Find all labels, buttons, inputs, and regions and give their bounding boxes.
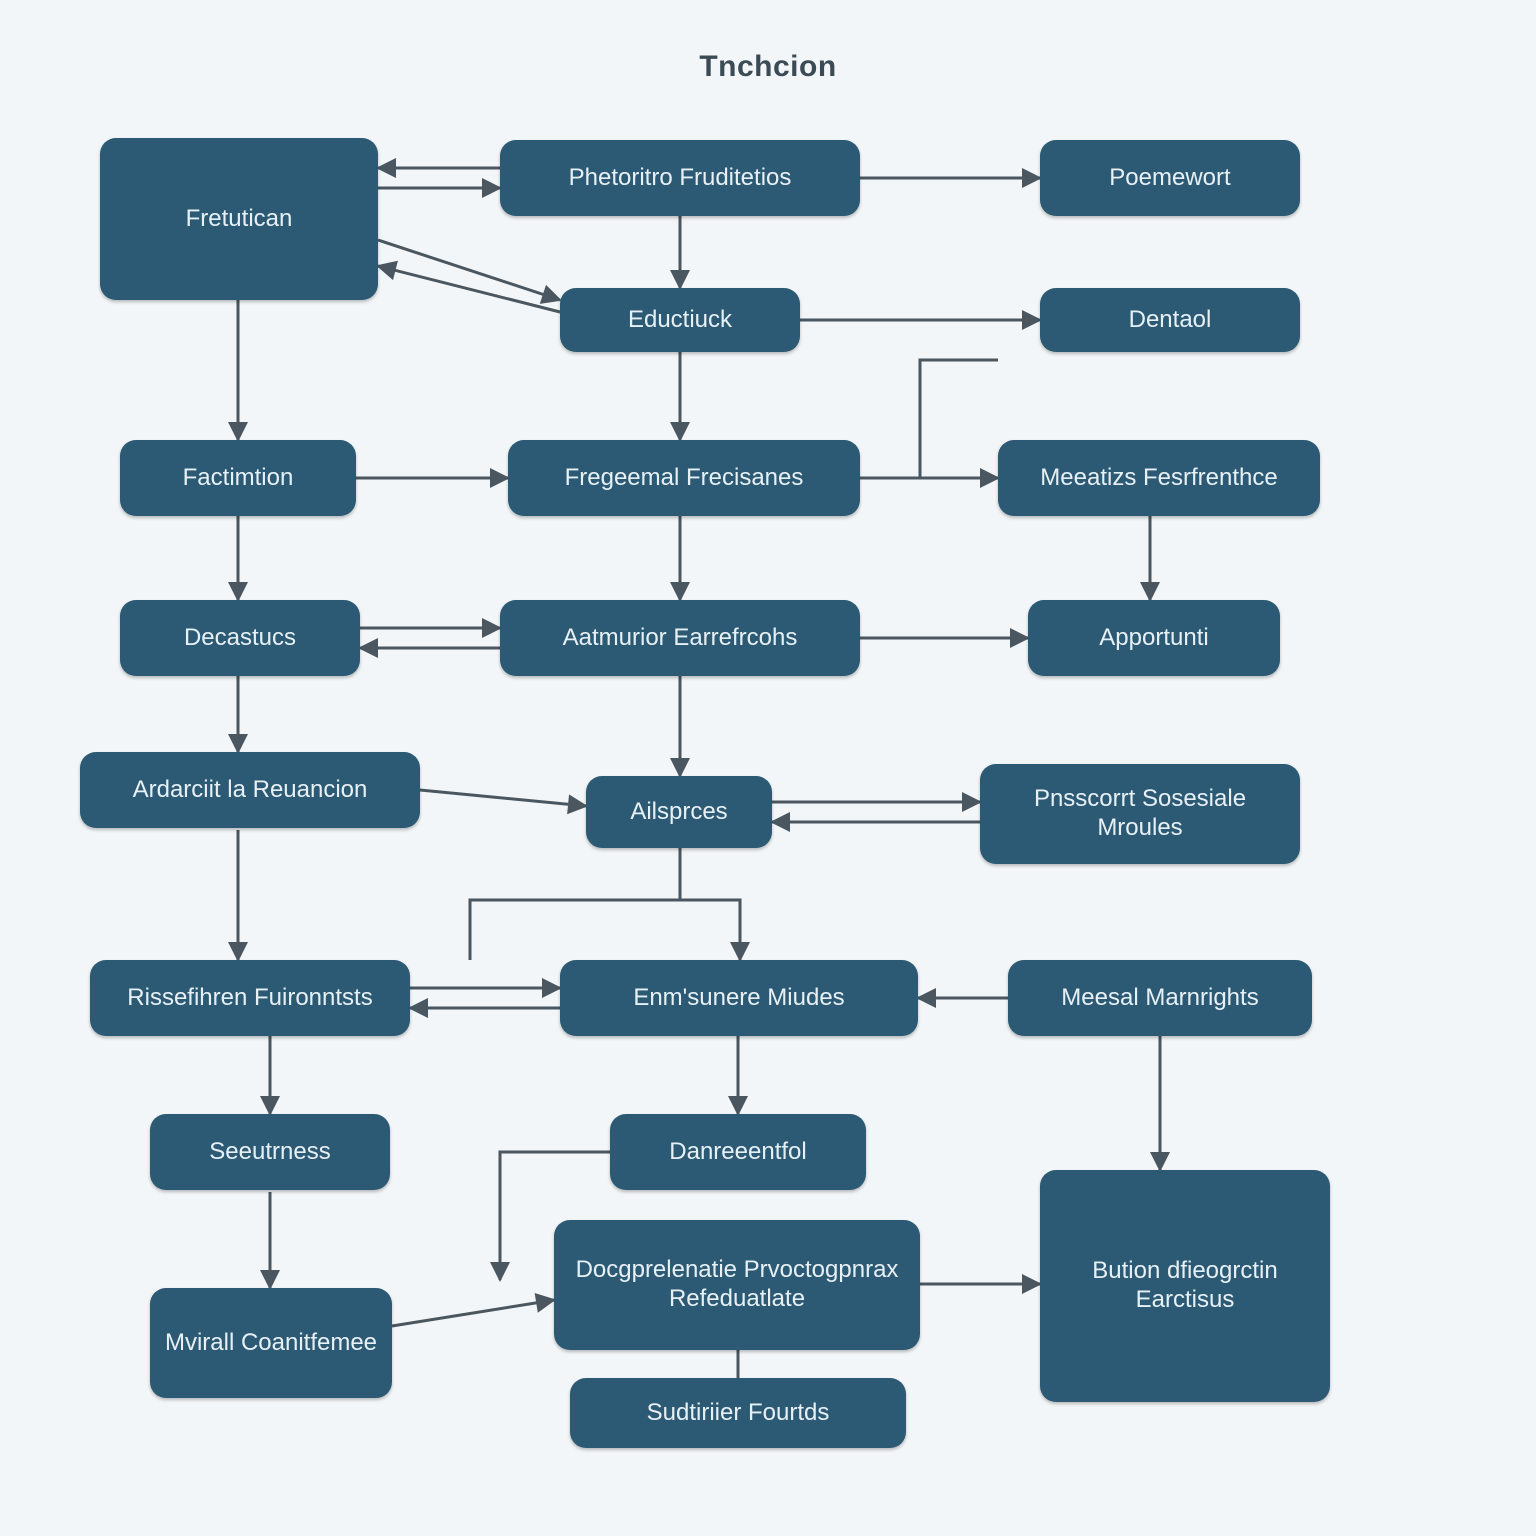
- node-n8: Meeatizs Fesrfrenthce: [998, 440, 1320, 516]
- node-n14: Pnsscorrt Sosesiale Mroules: [980, 764, 1300, 864]
- node-n6: Factimtion: [120, 440, 356, 516]
- diagram-title: Tnchcion: [0, 50, 1536, 84]
- node-n10: Aatmurior Earrefrcohs: [500, 600, 860, 676]
- node-n9: Decastucs: [120, 600, 360, 676]
- node-n12: Ardarciit la Reuancion: [80, 752, 420, 828]
- node-n17: Meesal Marnrights: [1008, 960, 1312, 1036]
- node-n18: Seeutrness: [150, 1114, 390, 1190]
- node-n11: Apportunti: [1028, 600, 1280, 676]
- node-n1: Phetoritro Fruditetios: [500, 140, 860, 216]
- node-n19: Danreeentfol: [610, 1114, 866, 1190]
- node-n20: Docgprelenatie Prvoctogpnrax Refeduatlat…: [554, 1220, 920, 1350]
- node-n23: Sudtiriier Fourtds: [570, 1378, 906, 1448]
- node-n4: Eductiuck: [560, 288, 800, 352]
- node-n16: Enm'sunere Miudes: [560, 960, 918, 1036]
- node-n3: Poemewort: [1040, 140, 1300, 216]
- node-n7: Fregeemal Frecisanes: [508, 440, 860, 516]
- node-n22: Mvirall Coanitfemee: [150, 1288, 392, 1398]
- node-n15: Rissefihren Fuironntsts: [90, 960, 410, 1036]
- node-n21: Bution dfieogrctin Earctisus: [1040, 1170, 1330, 1402]
- node-n5: Dentaol: [1040, 288, 1300, 352]
- node-n13: Ailsprces: [586, 776, 772, 848]
- node-n2: Fretutican: [100, 138, 378, 300]
